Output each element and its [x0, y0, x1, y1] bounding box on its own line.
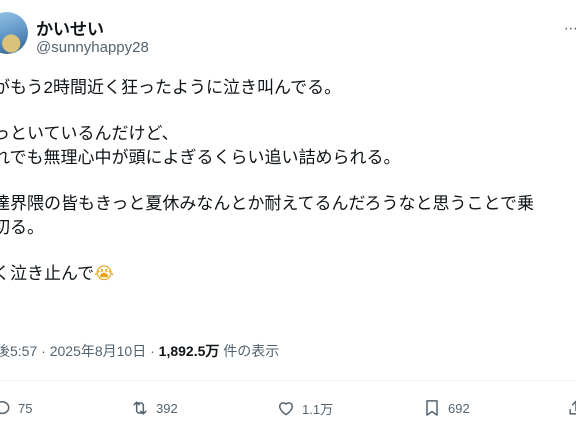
- crying-emoji-icon: 😭: [94, 264, 115, 284]
- tweet-date[interactable]: 2025年8月10日: [50, 343, 147, 359]
- like-icon: [279, 402, 293, 416]
- handle[interactable]: @sunnyhappy28: [36, 39, 149, 56]
- reply-count: 75: [18, 400, 33, 416]
- tweet-line-1: がもう2時間近く狂ったように泣き叫んでる。: [0, 78, 342, 97]
- reply-icon: [0, 401, 10, 415]
- repost-count: 392: [156, 400, 178, 416]
- like-count: 1.1万: [302, 401, 334, 417]
- tweet-line-5: 切る。: [0, 218, 44, 237]
- meta-separator-2: ·: [150, 343, 155, 359]
- tweet-line-2: っといているんだけど、: [0, 124, 179, 143]
- tweet-line-4: 達界隈の皆もきっと夏休みなんとか耐えてるんだろうなと思うことで乗: [0, 194, 534, 213]
- more-icon[interactable]: ⋯: [564, 20, 576, 37]
- bookmark-count: 692: [448, 400, 470, 416]
- reply-button[interactable]: 75: [0, 397, 32, 419]
- views-label: 件の表示: [223, 343, 280, 359]
- tweet-time[interactable]: 後5:57: [0, 343, 37, 359]
- meta-separator: ·: [41, 343, 46, 359]
- tweet-meta: 後5:57 · 2025年8月10日 · 1,892.5万 件の表示: [0, 341, 279, 361]
- tweet-line-3: れでも無理心中が頭によぎるくらい追い詰められる。: [0, 148, 401, 167]
- repost-icon: [133, 401, 147, 415]
- share-icon: [569, 400, 576, 415]
- like-button[interactable]: 1.1万: [276, 397, 333, 419]
- share-button[interactable]: [566, 397, 576, 419]
- view-count: 1,892.5万: [158, 343, 220, 359]
- bookmark-icon: [426, 400, 438, 416]
- tweet-line-6: く泣き止んで😭: [0, 262, 576, 286]
- avatar[interactable]: [0, 12, 28, 54]
- display-name[interactable]: かいせい: [36, 15, 104, 40]
- tweet-body: がもう2時間近く狂ったように泣き叫んでる。 っといているんだけど、 れでも無理心…: [0, 76, 576, 286]
- divider: [0, 380, 576, 381]
- tweet-line-6-text: く泣き止んで: [0, 264, 95, 283]
- repost-button[interactable]: 392: [130, 397, 178, 419]
- bookmark-button[interactable]: 692: [422, 397, 470, 419]
